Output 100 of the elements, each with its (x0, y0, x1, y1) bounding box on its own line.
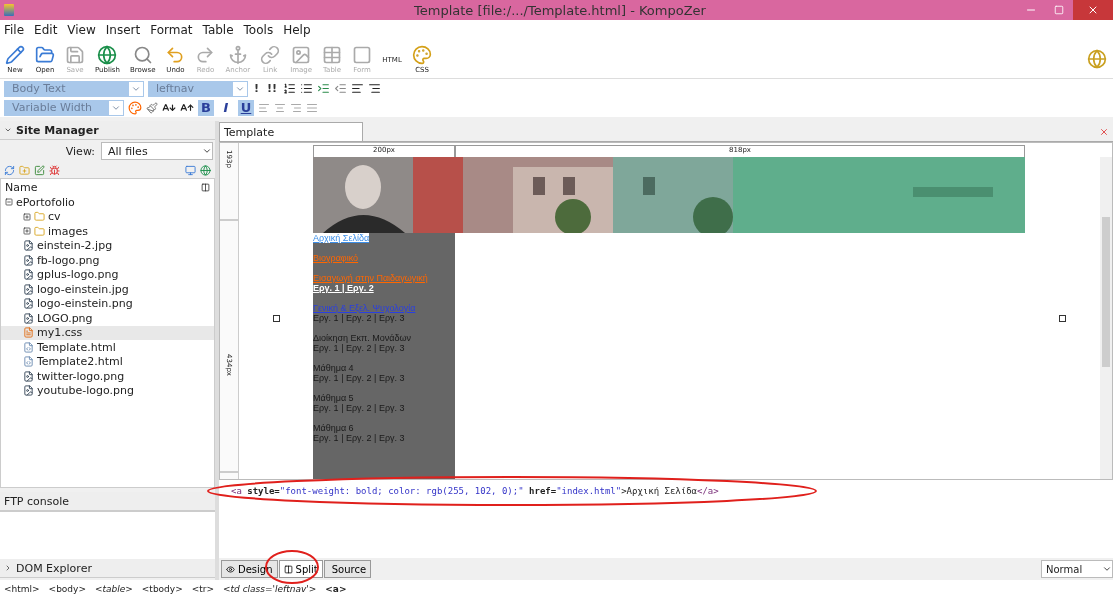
file-tree-item[interactable]: ePortofolio (1, 195, 214, 210)
resize-handle[interactable] (1059, 314, 1066, 322)
file-tree-item[interactable]: images (1, 224, 214, 239)
file-tree-item[interactable]: Template.html (1, 340, 214, 355)
file-tree-item[interactable]: einstein-2.jpg (1, 238, 214, 253)
menu-item[interactable]: Table (202, 23, 234, 37)
file-tree-item[interactable]: LOGO.png (1, 311, 214, 326)
panel-title: Site Manager (16, 123, 99, 137)
element-path-tag[interactable]: <tr> (191, 583, 214, 594)
view-tab[interactable]: Source (323, 560, 372, 578)
folder-icon (34, 211, 45, 223)
emphasis-button[interactable]: !! (265, 82, 280, 95)
file-name: logo-einstein.jpg (37, 282, 129, 296)
menu-item[interactable]: View (67, 23, 96, 37)
close-icon[interactable] (1087, 4, 1099, 16)
numbered-list-icon[interactable] (283, 82, 297, 95)
image-file-icon (23, 269, 34, 281)
file-name: my1.css (37, 326, 83, 340)
edit-icon[interactable] (34, 164, 45, 176)
image-file-icon (23, 240, 34, 252)
caret-icon[interactable] (1102, 564, 1112, 574)
element-path-tag[interactable]: <table> (94, 583, 133, 594)
file-name: images (48, 224, 88, 238)
split-icon[interactable] (283, 564, 293, 574)
element-path-tag[interactable]: <a> (325, 583, 347, 594)
folder-icon[interactable] (35, 44, 55, 65)
emphasis-button[interactable]: ! (252, 82, 262, 95)
text-style-button[interactable]: B (198, 99, 214, 116)
collapse-icon[interactable] (5, 198, 13, 207)
zoom-select[interactable]: Normal (1041, 560, 1113, 578)
view-select[interactable]: All files (101, 142, 213, 160)
scrollbar[interactable] (1100, 157, 1112, 479)
element-path-tag[interactable]: <td class='leftnav'> (223, 583, 317, 594)
file-name: ePortofolio (16, 195, 75, 209)
indent-icon[interactable] (317, 82, 331, 95)
globe-icon[interactable] (1087, 49, 1107, 69)
menu-item[interactable]: Tools (243, 23, 274, 37)
align-icon[interactable] (351, 82, 365, 95)
expand-icon[interactable] (23, 227, 31, 236)
file-tree-item[interactable]: fb-logo.png (1, 253, 214, 268)
file-tree-item[interactable]: cv (1, 209, 214, 224)
bug-icon[interactable] (49, 164, 60, 176)
justify-icon[interactable] (306, 101, 318, 114)
html-file-icon (23, 356, 34, 368)
align-center-icon[interactable] (274, 101, 286, 114)
nav-heading: Διοίκηση Εκπ. Μονάδων (313, 333, 412, 343)
new-folder-icon[interactable] (19, 164, 30, 176)
window-title: Template [file:/.../Template.html] - KompoZer (413, 2, 707, 18)
file-name: logo-einstein.png (37, 297, 133, 311)
highlight-icon[interactable] (146, 101, 158, 114)
file-tree-item[interactable]: gplus-logo.png (1, 267, 214, 282)
image-file-icon (23, 283, 34, 295)
caret-icon[interactable] (4, 126, 12, 134)
file-name: twitter-logo.png (37, 369, 125, 383)
refresh-icon[interactable] (4, 164, 15, 176)
menu-item[interactable]: File (4, 23, 25, 37)
element-path-tag[interactable]: <body> (48, 583, 86, 594)
align-icon[interactable] (368, 82, 382, 95)
caret-icon[interactable] (202, 146, 212, 156)
element-path-tag[interactable]: <html> (4, 583, 40, 594)
image-file-icon (23, 370, 34, 382)
palette-icon[interactable] (412, 44, 433, 65)
text-style-button[interactable]: U (238, 99, 254, 116)
column-header: Name (5, 180, 38, 194)
file-tree-item[interactable]: youtube-logo.png (1, 383, 214, 398)
document-tab[interactable]: Template (219, 122, 363, 141)
search-icon[interactable] (132, 44, 153, 65)
assignment-links[interactable]: Εργ. 1 | Εργ. 2 (313, 283, 374, 293)
pencil-icon[interactable] (5, 44, 25, 65)
eye-icon[interactable] (226, 564, 235, 574)
close-tab-icon[interactable] (1099, 127, 1109, 137)
globe-icon[interactable] (200, 164, 211, 176)
file-tree-item[interactable]: Template2.html (1, 354, 214, 369)
columns-icon[interactable] (201, 182, 210, 192)
bullet-list-icon[interactable] (300, 82, 314, 95)
text-style-button[interactable]: I (218, 99, 234, 116)
file-tree-item[interactable]: logo-einstein.png (1, 296, 214, 311)
file-tree-item[interactable]: logo-einstein.jpg (1, 282, 214, 297)
caret-icon[interactable] (4, 564, 12, 572)
image-file-icon (23, 254, 34, 266)
text-color-icon[interactable] (128, 100, 142, 115)
nav-heading: Μάθημα 4 (313, 363, 354, 373)
maximize-icon[interactable] (1054, 5, 1064, 15)
menu-item[interactable]: Format (150, 23, 193, 37)
image-file-icon (23, 385, 34, 397)
image-file-icon (23, 312, 34, 324)
menu-item[interactable]: Insert (105, 23, 141, 37)
monitor-icon[interactable] (185, 164, 196, 176)
nav-link[interactable]: Αρχική Σελίδα (313, 233, 370, 243)
file-tree-item[interactable]: my1.css (1, 325, 214, 340)
menu-item[interactable]: Help (283, 23, 311, 37)
element-path-tag[interactable]: <tbody> (141, 583, 183, 594)
nav-heading: Μάθημα 6 (313, 423, 354, 433)
align-left-icon[interactable] (258, 101, 270, 114)
resize-handle[interactable] (272, 314, 280, 322)
menu-item[interactable]: Edit (34, 23, 58, 37)
file-tree-item[interactable]: twitter-logo.png (1, 369, 214, 384)
globe-icon[interactable] (97, 44, 118, 65)
align-right-icon[interactable] (290, 101, 302, 114)
expand-icon[interactable] (23, 212, 31, 221)
